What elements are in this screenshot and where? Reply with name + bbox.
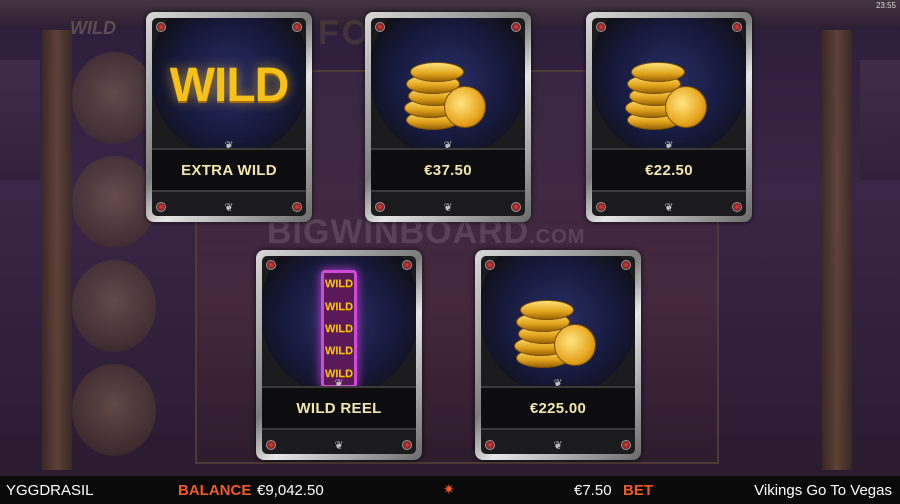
gem-icon (621, 440, 631, 450)
gem-icon (292, 22, 302, 32)
gold-coins-icon (508, 284, 608, 374)
card-label: EXTRA WILD (181, 161, 277, 179)
pick-card-coins[interactable]: ❦ €22.50 ❦ (586, 12, 752, 222)
gem-icon (266, 440, 276, 450)
card-label: €22.50 (645, 161, 693, 179)
viking-medallion (72, 260, 156, 352)
pick-card-coins[interactable]: ❦ €37.50 ❦ (365, 12, 531, 222)
watermark-suffix: .COM (529, 226, 586, 248)
viking-medallion (72, 364, 156, 456)
gem-icon (511, 22, 521, 32)
provider-brand: YGGDRASIL (6, 481, 94, 499)
gem-icon (292, 202, 302, 212)
gem-icon (156, 202, 166, 212)
gem-icon (485, 260, 495, 270)
gem-icon (732, 202, 742, 212)
bet-value: €7.50 (574, 481, 612, 499)
gem-icon (596, 22, 606, 32)
slot-machine-right (860, 60, 900, 180)
pick-card-extra-wild[interactable]: WILD ❦ EXTRA WILD ❦ (146, 12, 312, 222)
status-bar: YGGDRASIL BALANCE €9,042.50 ✷ €7.50 BET … (0, 476, 900, 504)
reel-symbol: WILD (324, 322, 354, 335)
bet-label: BET (623, 481, 653, 499)
viking-medallion (72, 52, 156, 144)
reel-symbol: WILD (324, 278, 354, 291)
reel-symbol: WILD (324, 300, 354, 313)
ornament-icon: ❦ (224, 202, 234, 214)
balance-value: €9,042.50 (257, 481, 324, 499)
slot-machine-left (0, 60, 40, 180)
ornament-icon: ❦ (334, 440, 344, 452)
pick-card-wild-reel[interactable]: WILD WILD WILD WILD WILD ❦ WILD REEL ❦ (256, 250, 422, 460)
gem-icon (266, 260, 276, 270)
pillar-right (822, 30, 852, 470)
gem-icon (156, 22, 166, 32)
wild-symbol-icon: WILD (169, 59, 290, 112)
gold-coins-icon (398, 46, 498, 136)
gold-coins-icon (619, 46, 719, 136)
wild-reel-icon: WILD WILD WILD WILD WILD (321, 270, 357, 388)
gem-icon (596, 202, 606, 212)
system-clock: 23:55 (875, 1, 896, 10)
balance-label: BALANCE (178, 481, 252, 499)
card-label: WILD REEL (296, 399, 382, 417)
gem-icon (375, 22, 385, 32)
gem-icon (732, 22, 742, 32)
gem-icon (511, 202, 521, 212)
card-label: €37.50 (424, 161, 472, 179)
gem-icon (485, 440, 495, 450)
pillar-left (42, 30, 72, 470)
ornament-icon: ❦ (443, 202, 453, 214)
gem-icon (402, 260, 412, 270)
yggdrasil-logo-icon[interactable]: ✷ (443, 481, 457, 497)
background-logo: WILD (70, 18, 116, 38)
gem-icon (621, 260, 631, 270)
pick-card-coins[interactable]: ❦ €225.00 ❦ (475, 250, 641, 460)
game-name: Vikings Go To Vegas (754, 481, 892, 499)
ornament-icon: ❦ (553, 440, 563, 452)
viking-medallion (72, 156, 156, 248)
card-label: €225.00 (529, 399, 587, 417)
gem-icon (375, 202, 385, 212)
reel-symbol: WILD (324, 345, 354, 358)
ornament-icon: ❦ (664, 202, 674, 214)
gem-icon (402, 440, 412, 450)
